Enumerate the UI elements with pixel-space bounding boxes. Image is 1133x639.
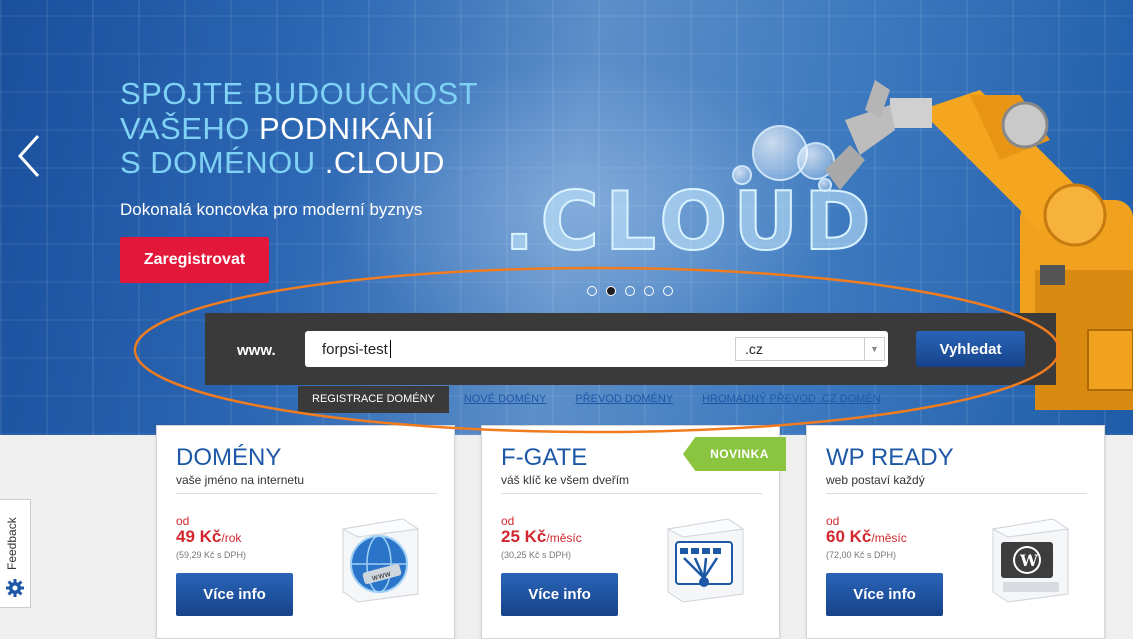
card-divider [826,493,1087,494]
tab-prevod-domeny[interactable]: PŘEVOD DOMÉNY [575,393,673,405]
wordpress-icon: W [991,518,1070,603]
card-price: 25 Kč/měsíc [501,527,582,547]
card-price-amount: 49 Kč [176,527,222,546]
card-price-period: /rok [221,531,242,545]
card-price-period: /měsíc [871,531,907,545]
gear-icon [6,579,24,597]
headline-line-1: SPOJTE BUDOUCNOST [120,76,479,111]
tld-selected-value: .cz [745,341,763,357]
carousel-dot[interactable] [663,286,673,296]
card-price-prefix: od [826,514,840,528]
register-button[interactable]: Zaregistrovat [120,237,269,283]
carousel-dot-active[interactable] [606,286,616,296]
carousel-dots [587,286,673,296]
www-prefix: www. [237,342,276,359]
www-globe-icon: www [341,518,420,603]
more-info-button[interactable]: Více info [826,573,943,616]
chevron-down-icon[interactable]: ▼ [864,338,884,360]
product-card-domeny: DOMÉNY vaše jméno na internetu od 49 Kč/… [156,425,455,639]
headline-line-2b: PODNIKÁNÍ [259,110,435,146]
domain-search-value: forpsi-test [322,340,388,358]
tab-nove-domeny[interactable]: NOVÉ DOMÉNY [464,393,547,405]
card-price-period: /měsíc [546,531,582,545]
card-price-prefix: od [176,514,190,528]
search-button[interactable]: Vyhledat [916,331,1025,367]
domain-search-bar: www. forpsi-test .cz ▼ Vyhledat [205,313,1056,385]
feedback-tab[interactable]: Feedback [0,499,31,608]
hero-headline: SPOJTE BUDOUCNOST VAŠEHO PODNIKÁNÍ S DOM… [120,76,479,181]
search-tabs: REGISTRACE DOMÉNY NOVÉ DOMÉNY PŘEVOD DOM… [298,385,910,413]
novinka-badge: NOVINKA [683,437,786,471]
card-description: web postaví každý [826,473,925,487]
headline-line-3b: .CLOUD [324,145,445,180]
card-title: WP READY [826,444,954,471]
text-caret [389,340,391,358]
gateway-locks-icon [666,518,745,603]
tab-registrace-domeny[interactable]: REGISTRACE DOMÉNY [298,385,449,413]
card-price-prefix: od [501,514,515,528]
card-description: váš klíč ke všem dveřím [501,473,630,487]
carousel-dot[interactable] [625,286,635,296]
tld-select[interactable]: .cz ▼ [735,337,885,361]
card-divider [176,493,437,494]
card-price-vat: (72,00 Kč s DPH) [826,550,897,560]
card-price: 60 Kč/měsíc [826,527,907,547]
card-price-amount: 60 Kč [826,527,872,546]
hero-subtitle: Dokonalá koncovka pro moderní byznys [120,200,423,219]
more-info-button[interactable]: Více info [501,573,618,616]
card-price: 49 Kč/rok [176,527,241,547]
tab-hromadny-prevod[interactable]: HROMADNÝ PŘEVOD .CZ DOMÉN [702,393,880,405]
card-price-vat: (59,29 Kč s DPH) [176,550,247,560]
card-divider [501,493,762,494]
card-description: vaše jméno na internetu [176,473,305,487]
headline-line-3a: S DOMÉNOU [120,145,325,180]
card-price-amount: 25 Kč [501,527,547,546]
carousel-dot[interactable] [644,286,654,296]
more-info-button[interactable]: Více info [176,573,293,616]
feedback-label: Feedback [5,517,19,570]
product-card-wp-ready: WP READY web postaví každý od 60 Kč/měsí… [806,425,1105,639]
carousel-dot[interactable] [587,286,597,296]
card-title: DOMÉNY [176,444,282,471]
carousel-prev-arrow-icon[interactable] [12,132,48,180]
headline-line-2a: VAŠEHO [120,110,260,146]
card-price-vat: (30,25 Kč s DPH) [501,550,572,560]
card-title: F-GATE [501,444,588,471]
svg-text:W: W [1019,551,1039,570]
